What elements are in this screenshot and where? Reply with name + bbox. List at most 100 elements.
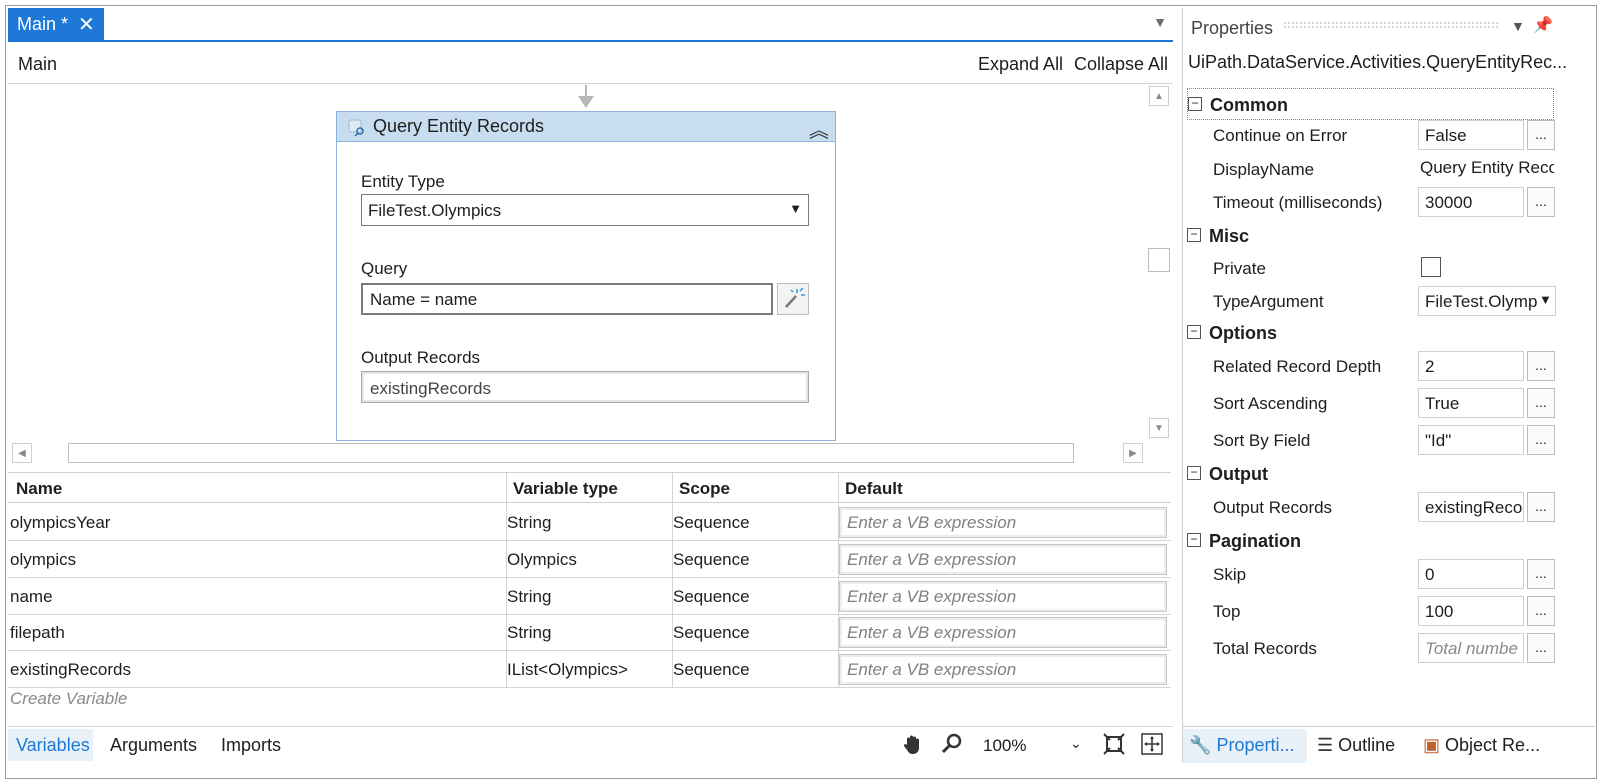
- zoom-select[interactable]: 100% ⌄: [978, 730, 1090, 760]
- activity-header[interactable]: Query Entity Records ︽: [337, 112, 835, 142]
- scroll-right-icon[interactable]: ▶: [1123, 443, 1143, 463]
- variable-scope[interactable]: Sequence: [673, 587, 750, 607]
- tab-imports[interactable]: Imports: [221, 735, 281, 756]
- default-value-input[interactable]: Enter a VB expression: [839, 544, 1167, 575]
- collapse-chevron-icon[interactable]: ︽: [809, 114, 829, 143]
- collapse-toggle-icon[interactable]: −: [1187, 466, 1201, 480]
- ellipsis-button[interactable]: ...: [1527, 492, 1555, 522]
- tab-variables[interactable]: Variables: [16, 735, 90, 756]
- variable-name[interactable]: olympics: [10, 550, 76, 570]
- default-value-input[interactable]: Enter a VB expression: [839, 507, 1167, 538]
- property-row-total-records[interactable]: Total Records Total numbe ...: [1187, 631, 1555, 665]
- sort-by-field-input[interactable]: "Id": [1418, 425, 1524, 455]
- column-header-default[interactable]: Default: [845, 479, 903, 499]
- sort-ascending-input[interactable]: True: [1418, 388, 1524, 418]
- property-row-private[interactable]: Private: [1187, 251, 1554, 285]
- variable-scope[interactable]: Sequence: [673, 513, 750, 533]
- collapse-toggle-icon[interactable]: −: [1187, 533, 1201, 547]
- tab-main[interactable]: Main * ✕: [8, 8, 104, 40]
- variable-type[interactable]: String: [507, 513, 551, 533]
- tab-arguments[interactable]: Arguments: [110, 735, 197, 756]
- chevron-down-icon[interactable]: ▼: [1150, 14, 1170, 34]
- column-header-variable-type[interactable]: Variable type: [513, 479, 618, 499]
- tab-properties[interactable]: 🔧 Properti...: [1189, 735, 1294, 756]
- property-row-continue-on-error[interactable]: Continue on Error False ...: [1187, 118, 1555, 152]
- entity-type-select[interactable]: FileTest.Olympics ▼: [361, 194, 809, 226]
- horizontal-scroll-thumb[interactable]: [68, 443, 1074, 463]
- category-options[interactable]: − Options: [1187, 317, 1554, 349]
- ellipsis-button[interactable]: ...: [1527, 425, 1555, 455]
- variable-name[interactable]: existingRecords: [10, 660, 131, 680]
- table-row[interactable]: olympicsYear String Sequence Enter a VB …: [8, 504, 1171, 541]
- scroll-left-icon[interactable]: ◀: [12, 443, 32, 463]
- zoom-search-icon[interactable]: [940, 732, 964, 756]
- ellipsis-button[interactable]: ...: [1527, 633, 1555, 663]
- private-checkbox[interactable]: [1421, 257, 1441, 277]
- category-misc[interactable]: − Misc: [1187, 220, 1554, 252]
- displayname-input[interactable]: Query Entity Reco: [1420, 158, 1554, 178]
- category-output[interactable]: − Output: [1187, 458, 1554, 490]
- ellipsis-button[interactable]: ...: [1527, 351, 1555, 381]
- output-records-property-input[interactable]: existingReco: [1418, 492, 1524, 522]
- scroll-up-icon[interactable]: ▲: [1149, 86, 1169, 106]
- query-builder-button[interactable]: [777, 283, 809, 315]
- create-variable-link[interactable]: Create Variable: [10, 689, 128, 709]
- column-header-scope[interactable]: Scope: [679, 479, 730, 499]
- dropdown-arrow-icon[interactable]: ▼: [1539, 292, 1552, 307]
- tab-outline[interactable]: ☰ Outline: [1317, 735, 1395, 756]
- continue-on-error-input[interactable]: False: [1418, 120, 1524, 150]
- variable-type[interactable]: String: [507, 623, 551, 643]
- close-icon[interactable]: ✕: [78, 12, 95, 37]
- column-header-name[interactable]: Name: [16, 479, 62, 499]
- default-value-input[interactable]: Enter a VB expression: [839, 617, 1167, 648]
- expand-all-link[interactable]: Expand All: [978, 54, 1063, 75]
- dropdown-arrow-icon[interactable]: ▼: [789, 201, 802, 216]
- property-row-sort-ascending[interactable]: Sort Ascending True ...: [1187, 386, 1555, 420]
- collapse-all-link[interactable]: Collapse All: [1074, 54, 1168, 75]
- ellipsis-button[interactable]: ...: [1527, 596, 1555, 626]
- skip-input[interactable]: 0: [1418, 559, 1524, 589]
- chevron-down-icon[interactable]: ▼: [1511, 18, 1525, 34]
- property-row-related-record-depth[interactable]: Related Record Depth 2 ...: [1187, 349, 1555, 383]
- panel-grip[interactable]: [1283, 21, 1499, 29]
- vertical-scroll-thumb[interactable]: [1148, 248, 1170, 272]
- variable-name[interactable]: olympicsYear: [10, 513, 110, 533]
- property-row-top[interactable]: Top 100 ...: [1187, 594, 1555, 628]
- ellipsis-button[interactable]: ...: [1527, 187, 1555, 217]
- property-row-typeargument[interactable]: TypeArgument FileTest.Olymp ▼: [1187, 284, 1556, 318]
- query-input[interactable]: Name = name: [361, 283, 773, 315]
- default-value-input[interactable]: Enter a VB expression: [839, 581, 1167, 612]
- property-row-displayname[interactable]: DisplayName Query Entity Reco: [1187, 152, 1554, 186]
- ellipsis-button[interactable]: ...: [1527, 388, 1555, 418]
- related-record-depth-input[interactable]: 2: [1418, 351, 1524, 381]
- property-row-output-records[interactable]: Output Records existingReco ...: [1187, 490, 1555, 524]
- pin-icon[interactable]: 📌: [1533, 15, 1553, 35]
- table-row[interactable]: name String Sequence Enter a VB expressi…: [8, 578, 1171, 615]
- variable-name[interactable]: name: [10, 587, 53, 607]
- table-row[interactable]: existingRecords IList<Olympics> Sequence…: [8, 651, 1171, 688]
- variable-type[interactable]: Olympics: [507, 550, 577, 570]
- output-records-input[interactable]: existingRecords: [361, 371, 809, 403]
- table-row[interactable]: olympics Olympics Sequence Enter a VB ex…: [8, 541, 1171, 578]
- timeout-input[interactable]: 30000: [1418, 187, 1524, 217]
- top-input[interactable]: 100: [1418, 596, 1524, 626]
- variable-scope[interactable]: Sequence: [673, 660, 750, 680]
- variable-type[interactable]: IList<Olympics>: [507, 660, 628, 680]
- query-entity-records-activity[interactable]: Query Entity Records ︽ Entity Type FileT…: [336, 111, 836, 441]
- property-row-sort-by-field[interactable]: Sort By Field "Id" ...: [1187, 423, 1555, 457]
- chevron-down-icon[interactable]: ⌄: [1070, 735, 1082, 752]
- fit-to-screen-icon[interactable]: [1102, 732, 1126, 756]
- table-row[interactable]: filepath String Sequence Enter a VB expr…: [8, 614, 1171, 651]
- collapse-toggle-icon[interactable]: −: [1187, 228, 1201, 242]
- ellipsis-button[interactable]: ...: [1527, 559, 1555, 589]
- variable-scope[interactable]: Sequence: [673, 623, 750, 643]
- hand-pan-icon[interactable]: [901, 732, 925, 756]
- ellipsis-button[interactable]: ...: [1527, 120, 1555, 150]
- category-common[interactable]: − Common: [1187, 88, 1554, 120]
- tab-object-repository[interactable]: ▣ Object Re...: [1423, 735, 1540, 756]
- property-row-timeout[interactable]: Timeout (milliseconds) 30000 ...: [1187, 185, 1555, 219]
- scroll-down-icon[interactable]: ▼: [1149, 418, 1169, 438]
- collapse-toggle-icon[interactable]: −: [1187, 325, 1201, 339]
- typeargument-select[interactable]: FileTest.Olymp: [1418, 286, 1556, 316]
- default-value-input[interactable]: Enter a VB expression: [839, 654, 1167, 685]
